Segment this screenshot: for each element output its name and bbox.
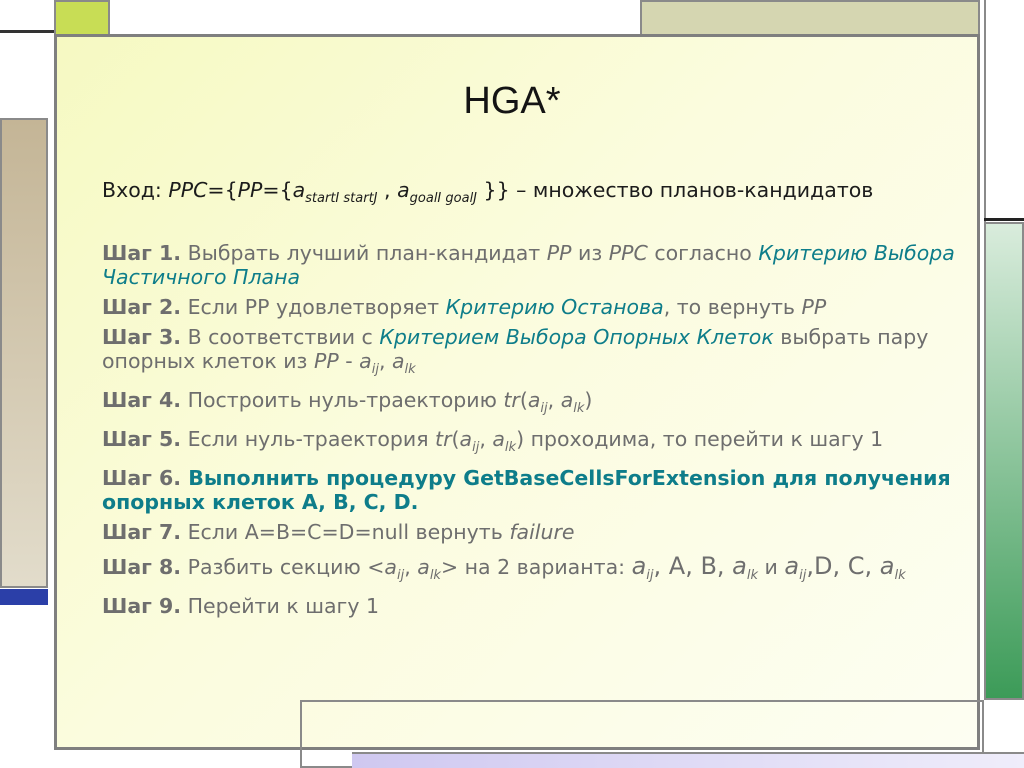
text: ={: [207, 178, 238, 202]
step-label: Шаг 2.: [102, 295, 182, 320]
step-7: Шаг 7. Если A=B=C=D=null вернуть failure: [102, 520, 962, 544]
step-4: Шаг 4. Построить нуль-траекторию tr(aij,…: [102, 388, 962, 421]
text: (: [451, 427, 460, 452]
text: ,: [377, 178, 398, 202]
pp-term: PP: [313, 349, 339, 374]
text: Если нуль-траектория: [181, 427, 436, 452]
step-label: Шаг 6.: [102, 466, 182, 491]
text: -: [338, 349, 360, 374]
step-2: Шаг 2. Если PP удовлетворяет Критерию Ос…: [102, 295, 962, 319]
input-definition: Вход: PPC={PP={astartI startJ , agoalI g…: [102, 178, 962, 211]
text: из: [571, 241, 609, 266]
text: Построить нуль-траекторию: [181, 388, 504, 413]
sub-term: ij: [540, 401, 548, 417]
content-body: Вход: PPC={PP={astartI startJ , agoalI g…: [102, 178, 962, 624]
sub-term: startI startJ: [305, 191, 378, 207]
pp-term: PP: [237, 178, 263, 202]
ppc-term: PPC: [608, 241, 648, 266]
step-8: Шаг 8. Разбить секцию <aij, alk> на 2 ва…: [102, 554, 962, 588]
sub-term: ij: [371, 362, 379, 378]
a-term: a: [631, 552, 647, 581]
step-5: Шаг 5. Если нуль-траектория tr(aij, alk)…: [102, 427, 962, 460]
a-term: a: [527, 388, 541, 413]
a-term: a: [384, 555, 397, 580]
a-term: a: [292, 178, 306, 202]
input-label: Вход:: [102, 178, 169, 202]
a-term: a: [359, 349, 372, 374]
step-label: Шаг 3.: [102, 325, 182, 350]
a-term: a: [784, 552, 800, 581]
sub-term: ij: [646, 568, 654, 584]
a-term: a: [879, 552, 895, 581]
step-label: Шаг 5.: [102, 427, 182, 452]
text: – множество планов-кандидатов: [509, 178, 874, 202]
sub-term: lk: [429, 568, 441, 584]
text: ,: [404, 555, 418, 580]
criterion-text: Критерием Выбора Опорных Клеток: [379, 325, 774, 350]
text: Перейти к шагу 1: [181, 594, 380, 619]
deco-green-block-right: [984, 222, 1024, 700]
tr-term: tr: [435, 427, 452, 452]
deco-tan-block-left: [0, 118, 48, 588]
page-title: HGA*: [463, 80, 561, 122]
pp-term: PP: [546, 241, 572, 266]
a-term: a: [732, 552, 747, 581]
step-label: Шаг 1.: [102, 241, 182, 266]
text: > на 2 варианта:: [440, 555, 632, 580]
sub-term: lk: [504, 440, 517, 456]
sub-term: lk: [894, 568, 906, 584]
text: ,: [479, 427, 493, 452]
step-6: Шаг 6. Выполнить процедуру GetBaseCellsF…: [102, 466, 962, 514]
sub-term: lk: [404, 362, 416, 378]
text: Выбрать лучший план-кандидат: [181, 241, 547, 266]
text: ,D, C,: [806, 552, 880, 581]
text: и: [758, 555, 785, 580]
pp-term: PP: [801, 295, 827, 320]
text: В соответствии с: [181, 325, 380, 350]
a-term: a: [417, 555, 430, 580]
sub-term: lk: [573, 401, 585, 417]
criterion-text: Критерию Останова: [445, 295, 664, 320]
text: ) проходима, то перейти к шагу 1: [516, 427, 884, 452]
step-3: Шаг 3. В соответствии с Критерием Выбора…: [102, 325, 962, 382]
sub-term: lk: [746, 568, 759, 584]
text: Если A=B=C=D=null вернуть: [181, 520, 510, 545]
deco-line-top-hz: [0, 30, 54, 33]
a-term: a: [459, 427, 473, 452]
step-1: Шаг 1. Выбрать лучший план-кандидат PP и…: [102, 241, 962, 289]
text: , A, B,: [653, 552, 733, 581]
a-term: a: [560, 388, 574, 413]
text: , то вернуть: [663, 295, 802, 320]
text: ): [584, 388, 593, 413]
text: ,: [378, 349, 392, 374]
text: Разбить секцию <: [181, 555, 385, 580]
procedure-text: Выполнить процедуру GetBaseCellsForExten…: [102, 466, 951, 515]
step-label: Шаг 8.: [102, 555, 182, 580]
text: ,: [547, 388, 561, 413]
deco-blue-strip-left: [0, 589, 48, 605]
sub-term: goalI goalJ: [409, 191, 478, 207]
text: Если PP удовлетворяет: [181, 295, 446, 320]
step-label: Шаг 9.: [102, 594, 182, 619]
a-term: a: [492, 427, 505, 452]
text: (: [519, 388, 528, 413]
step-label: Шаг 4.: [102, 388, 182, 413]
deco-bottom-lavender: [352, 752, 1024, 768]
step-label: Шаг 7.: [102, 520, 182, 545]
text: }}: [477, 178, 510, 202]
failure-term: failure: [509, 520, 575, 545]
a-term: a: [391, 349, 405, 374]
deco-line-right-hz: [984, 218, 1024, 221]
ppc-term: PPC: [168, 178, 208, 202]
text: согласно: [647, 241, 759, 266]
step-9: Шаг 9. Перейти к шагу 1: [102, 594, 962, 618]
a-term: a: [397, 178, 410, 202]
tr-term: tr: [503, 388, 520, 413]
text: ={: [262, 178, 293, 202]
